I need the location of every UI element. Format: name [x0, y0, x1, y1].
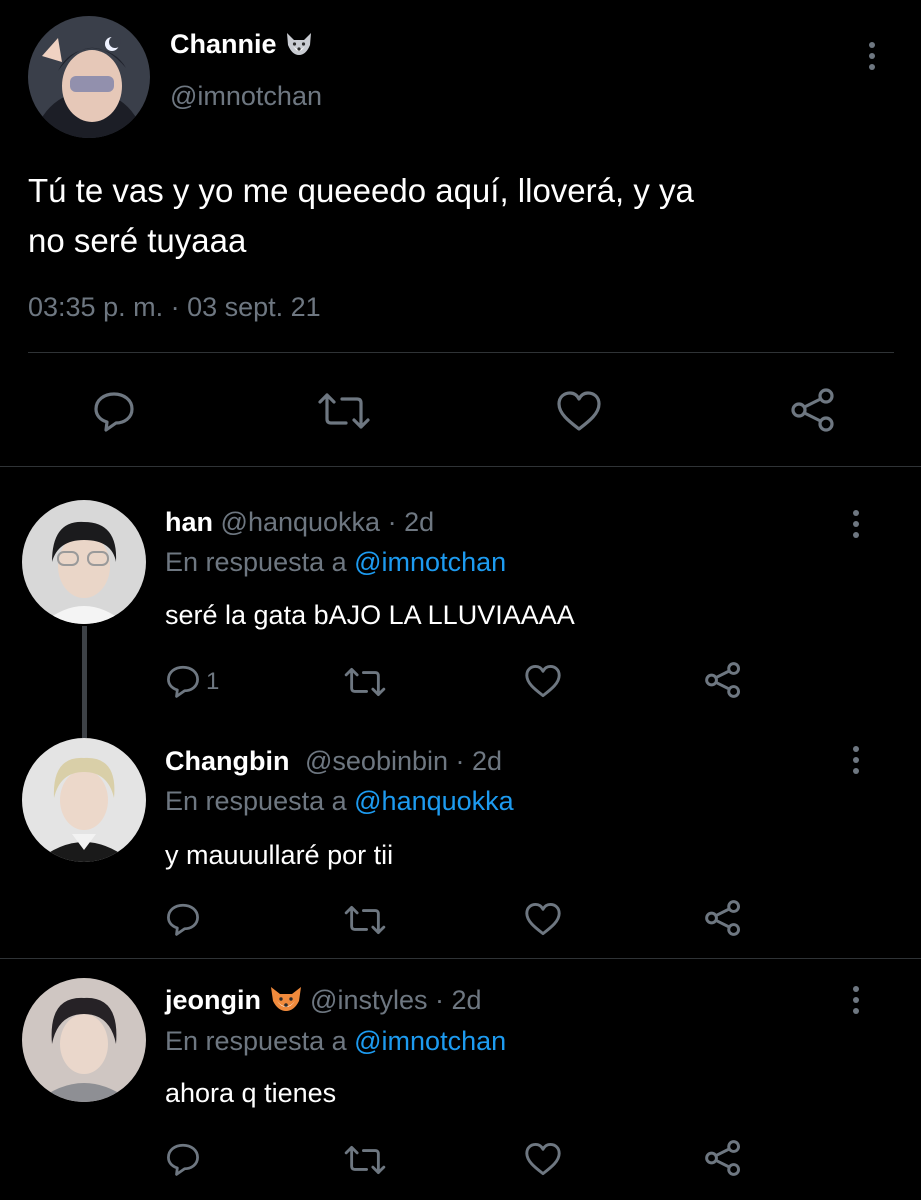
- more-options-icon[interactable]: [851, 746, 861, 774]
- reply-handle[interactable]: @seobinbin: [305, 746, 448, 776]
- reply-to-label: En respuesta a: [165, 786, 347, 816]
- tweet-text-line-2: no seré tuyaaa: [28, 222, 247, 259]
- reply-display-name[interactable]: jeongin: [165, 985, 261, 1015]
- reply-text: y mauuullaré por tii: [165, 840, 394, 870]
- avatar-changbin[interactable]: [22, 738, 146, 862]
- share-icon[interactable]: [704, 900, 742, 936]
- divider: [28, 352, 894, 353]
- reply-time[interactable]: · 2d: [456, 746, 503, 776]
- divider: [0, 958, 921, 959]
- more-options-icon[interactable]: [851, 510, 861, 538]
- retweet-icon[interactable]: [343, 1145, 387, 1175]
- tweet-text: Tú te vas y yo me queeedo aquí, lloverá,…: [28, 166, 694, 266]
- share-icon[interactable]: [704, 1140, 742, 1176]
- reply-to-label: En respuesta a: [165, 547, 347, 577]
- like-icon[interactable]: [524, 1142, 562, 1176]
- reply-display-name[interactable]: Changbin: [165, 746, 289, 776]
- tweet-timestamp[interactable]: 03:35 p. m. · 03 sept. 21: [28, 290, 321, 324]
- retweet-icon[interactable]: [316, 392, 372, 430]
- thread-line: [82, 626, 87, 738]
- more-options-icon[interactable]: [851, 986, 861, 1014]
- reply-text: seré la gata bAJO LA LLUVIAAAA: [165, 600, 575, 630]
- reply-handle[interactable]: @hanquokka: [221, 507, 381, 537]
- reply-time[interactable]: · 2d: [435, 985, 482, 1015]
- reply-count: 1: [206, 668, 220, 695]
- share-icon[interactable]: [790, 388, 836, 432]
- reply-to-link[interactable]: @imnotchan: [354, 547, 506, 577]
- reply-icon[interactable]: [165, 664, 201, 698]
- reply-time[interactable]: · 2d: [388, 507, 435, 537]
- display-name[interactable]: Channie: [170, 29, 277, 59]
- reply-icon[interactable]: [165, 1142, 201, 1176]
- reply-display-name[interactable]: han: [165, 507, 213, 537]
- more-options-icon[interactable]: [867, 42, 877, 70]
- reply-text: ahora q tienes: [165, 1078, 337, 1108]
- retweet-icon[interactable]: [343, 667, 387, 697]
- reply-to-link[interactable]: @imnotchan: [354, 1026, 506, 1056]
- fox-emoji-icon: [269, 985, 303, 1021]
- share-icon[interactable]: [704, 662, 742, 698]
- divider: [0, 466, 921, 467]
- wolf-emoji-icon: [284, 31, 314, 64]
- reply-icon[interactable]: [165, 902, 201, 936]
- like-icon[interactable]: [556, 390, 602, 432]
- like-icon[interactable]: [524, 902, 562, 936]
- reply-to-label: En respuesta a: [165, 1026, 347, 1056]
- reply-handle[interactable]: @instyles: [310, 985, 427, 1015]
- handle[interactable]: @imnotchan: [170, 80, 322, 112]
- like-icon[interactable]: [524, 664, 562, 698]
- avatar-han[interactable]: [22, 500, 146, 624]
- avatar-jeongin[interactable]: [22, 978, 146, 1102]
- tweet-text-line-1: Tú te vas y yo me queeedo aquí, lloverá,…: [28, 172, 694, 209]
- avatar-channie[interactable]: [28, 16, 150, 138]
- retweet-icon[interactable]: [343, 905, 387, 935]
- reply-icon[interactable]: [92, 390, 136, 432]
- reply-to-link[interactable]: @hanquokka: [354, 786, 514, 816]
